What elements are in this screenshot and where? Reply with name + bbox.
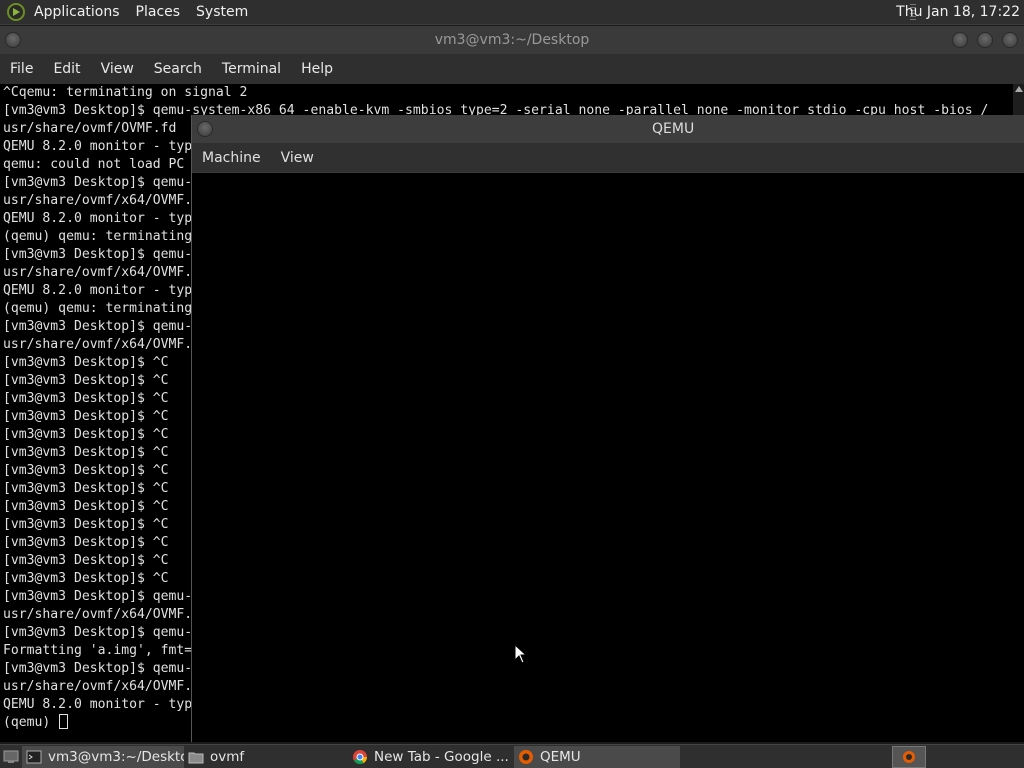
applications-logo-icon[interactable] <box>6 2 26 22</box>
terminal-prompt: (qemu) <box>3 715 59 730</box>
scroll-up-icon[interactable] <box>1015 86 1023 92</box>
terminal-menu[interactable]: Terminal <box>212 61 291 77</box>
taskbar-item-terminal[interactable]: vm3@vm3:~/Desktop <box>22 745 184 768</box>
taskbar: vm3@vm3:~/Desktop ovmf New Tab - Google … <box>0 744 1024 768</box>
taskbar-item-label: ovmf <box>210 748 245 765</box>
qemu-view-menu[interactable]: View <box>271 150 324 166</box>
mouse-pointer-icon <box>514 644 528 664</box>
clock[interactable]: Thu Jan 18, 17:22 <box>896 0 1020 25</box>
taskbar-item-label: QEMU <box>540 748 581 765</box>
qemu-title: QEMU <box>652 121 695 137</box>
chrome-icon <box>353 749 367 764</box>
edit-menu[interactable]: Edit <box>43 61 90 77</box>
terminal-titlebar[interactable]: vm3@vm3:~/Desktop <box>0 26 1024 54</box>
qemu-menubar: Machine View <box>192 143 1024 173</box>
top-panel: Applications Places System Thu Jan 18, 1… <box>0 0 1024 25</box>
qemu-window[interactable]: QEMU Machine View <box>191 115 1024 742</box>
search-menu[interactable]: Search <box>144 61 212 77</box>
close-icon[interactable] <box>1002 32 1018 48</box>
minimize-icon[interactable] <box>952 32 968 48</box>
view-menu[interactable]: View <box>91 61 144 77</box>
terminal-icon <box>26 750 42 763</box>
terminal-line: ^Cqemu: terminating on signal 2 <box>3 85 248 100</box>
machine-menu[interactable]: Machine <box>192 150 271 166</box>
taskbar-item-ovmf[interactable]: ovmf <box>184 746 348 768</box>
qemu-workspace-icon <box>903 751 915 763</box>
qemu-titlebar[interactable]: QEMU <box>192 115 1024 143</box>
taskbar-item-label: vm3@vm3:~/Desktop <box>48 748 184 765</box>
file-menu[interactable]: File <box>0 61 43 77</box>
workspace-switcher[interactable] <box>892 746 926 768</box>
terminal-cursor <box>59 714 69 729</box>
taskbar-item-label: New Tab - Google ... <box>374 748 509 765</box>
taskbar-item-qemu[interactable]: QEMU <box>514 745 680 768</box>
show-desktop-icon[interactable] <box>0 746 22 768</box>
terminal-menubar: File Edit View Search Terminal Help <box>0 54 1024 84</box>
system-menu[interactable]: System <box>188 0 256 25</box>
folder-icon <box>188 752 204 763</box>
terminal-title: vm3@vm3:~/Desktop <box>434 32 590 48</box>
help-menu[interactable]: Help <box>291 61 343 77</box>
taskbar-item-chrome[interactable]: New Tab - Google ... <box>348 746 514 768</box>
qemu-icon <box>519 749 533 764</box>
maximize-icon[interactable] <box>977 32 993 48</box>
places-menu[interactable]: Places <box>128 0 189 25</box>
applications-menu[interactable]: Applications <box>26 0 128 25</box>
qemu-display[interactable] <box>192 173 1024 742</box>
